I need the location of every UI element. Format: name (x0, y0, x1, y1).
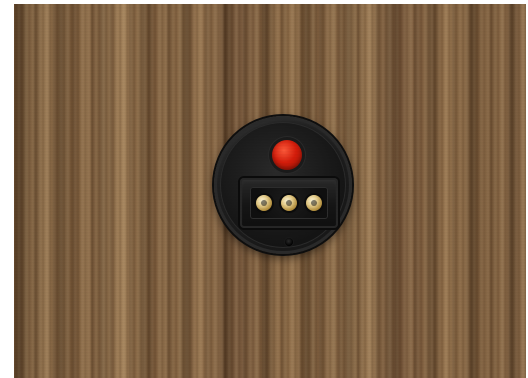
screenshot-canvas (0, 0, 528, 378)
contact-pin-1-icon (256, 195, 272, 211)
contact-pin-2-icon (281, 195, 297, 211)
red-indicator-light-icon (272, 140, 302, 170)
pin-housing-inner (250, 187, 328, 219)
contact-pin-3-icon (306, 195, 322, 211)
screw-hole-icon (285, 238, 293, 246)
round-socket[interactable] (214, 116, 352, 254)
pin-housing (240, 178, 338, 228)
wood-panel (14, 4, 526, 378)
socket-rim (220, 122, 346, 248)
